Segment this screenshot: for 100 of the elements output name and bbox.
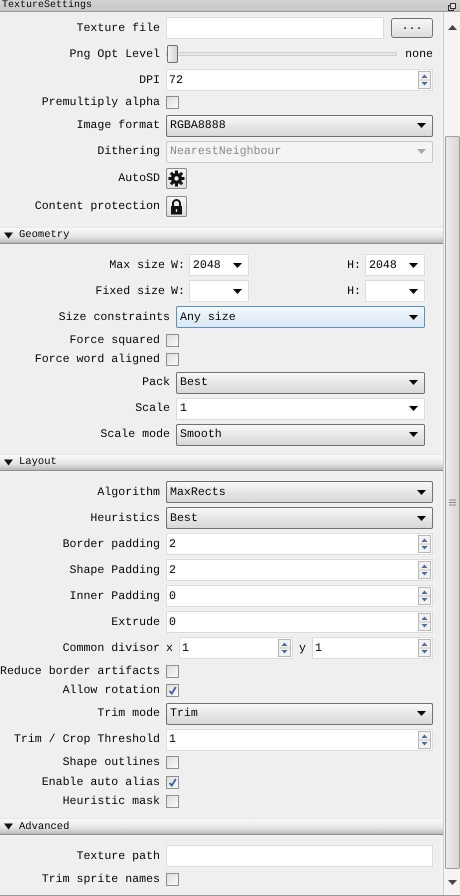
checkbox[interactable] (166, 795, 179, 808)
spin-box[interactable]: 72 (166, 69, 433, 91)
grip-icon (448, 499, 456, 506)
spin-box[interactable]: 2 (166, 559, 433, 582)
field-label: Trim sprite names (40, 872, 161, 886)
checkbox[interactable] (166, 353, 179, 366)
checkbox[interactable] (166, 334, 179, 347)
float-icon (448, 3, 456, 11)
scrollbar[interactable] (443, 12, 460, 895)
text-field[interactable] (166, 845, 433, 868)
size-label: W: (171, 258, 185, 272)
spin-box[interactable]: 1 (166, 728, 433, 751)
scroll-down-icon (448, 880, 456, 885)
section-header[interactable]: Advanced (0, 818, 443, 836)
field-label: Reduce border artifacts (0, 664, 162, 678)
size-dropdown[interactable]: 2048 (365, 254, 425, 276)
checkbox[interactable] (166, 684, 179, 698)
gear-button[interactable] (166, 168, 187, 190)
field-label: Force word aligned (34, 353, 161, 366)
expanded-triangle-icon (4, 823, 13, 830)
browse-button[interactable]: ... (391, 18, 433, 38)
field-label: Border padding (62, 538, 161, 551)
caret-icon (409, 314, 418, 320)
caret-icon (409, 288, 418, 294)
dropdown[interactable]: Best (166, 507, 433, 530)
caret-icon (409, 380, 418, 386)
size-dropdown[interactable]: 2048 (188, 254, 249, 276)
section-header[interactable]: Geometry (0, 226, 443, 244)
caret-icon (232, 262, 242, 268)
field-label: Enable auto alias (40, 776, 161, 789)
spin-box[interactable]: 0 (166, 585, 433, 608)
checkbox[interactable] (166, 872, 179, 886)
field-label: Shape Padding (68, 564, 161, 577)
caret-icon (417, 149, 426, 154)
field-label: Heuristic mask (62, 795, 161, 808)
field-label: Extrude (110, 616, 161, 629)
field-label: Premultiply alpha (40, 96, 161, 110)
spin-arrows-icon (278, 639, 291, 658)
field-label: Force squared (68, 334, 161, 347)
caret-icon (417, 516, 426, 521)
field-label: Fixed size (94, 284, 166, 298)
field-label: Heuristics (89, 512, 161, 525)
checkbox[interactable] (166, 96, 179, 110)
caret-icon (409, 262, 418, 268)
field-label: Scale mode (99, 428, 171, 442)
field-label: Png Opt Level (68, 48, 161, 60)
spin-arrows-icon (418, 639, 431, 658)
scrollbar-thumb[interactable] (444, 136, 460, 869)
checkbox[interactable] (166, 776, 179, 789)
spin-arrows-icon (418, 613, 431, 632)
field-label: Dithering (96, 145, 161, 158)
dropdown[interactable]: RGBA8888 (166, 114, 433, 137)
spin-box[interactable]: 1 (178, 637, 293, 660)
expanded-triangle-icon (4, 232, 13, 239)
field-label: Size constraints (58, 310, 171, 324)
spin-arrows-icon (418, 535, 431, 554)
slider-thumb[interactable] (167, 45, 178, 63)
slider-value: none (405, 48, 433, 60)
field-label: Content protection (34, 200, 161, 214)
checkbox[interactable] (166, 756, 179, 769)
panel-title: TextureSettings (2, 1, 92, 11)
section-header[interactable]: Layout (0, 454, 443, 472)
spin-box[interactable]: 2 (166, 533, 433, 556)
caret-icon (409, 406, 418, 412)
field-label: Texture path (76, 850, 161, 863)
dropdown[interactable]: Trim (166, 702, 433, 725)
dropdown[interactable]: MaxRects (166, 481, 433, 504)
checkbox[interactable] (166, 664, 179, 678)
dropdown[interactable]: Any size (176, 306, 425, 328)
gear-icon (168, 170, 185, 188)
scroll-up-icon (448, 25, 456, 30)
spin-box[interactable]: 0 (166, 611, 433, 634)
field-label: Trim / Crop Threshold (12, 733, 161, 746)
text-field[interactable] (166, 17, 384, 39)
caret-icon (417, 123, 426, 128)
spin-arrows-icon (418, 561, 431, 580)
lock-icon (169, 198, 184, 216)
dropdown[interactable]: 1 (176, 398, 425, 420)
expanded-triangle-icon (4, 458, 13, 466)
check-icon (168, 686, 177, 696)
field-label: Algorithm (96, 486, 161, 499)
dropdown[interactable]: Smooth (176, 424, 425, 446)
axis-label: x (166, 642, 173, 655)
field-label: Common divisor (62, 642, 161, 655)
size-label: H: (347, 284, 361, 298)
caret-icon (417, 490, 426, 495)
spin-arrows-icon (418, 730, 431, 749)
field-label: Texture file (76, 22, 161, 34)
spin-arrows-icon (418, 587, 431, 606)
spin-box[interactable]: 1 (312, 637, 433, 660)
size-label: H: (347, 258, 361, 272)
field-label: Trim mode (96, 707, 161, 720)
field-label: Max size (108, 258, 166, 272)
field-label: Scale (134, 402, 171, 416)
check-icon (168, 778, 177, 787)
lock-button[interactable] (166, 196, 187, 218)
caret-icon (409, 432, 418, 438)
field-label: DPI (138, 74, 161, 86)
size-label: W: (171, 284, 185, 298)
dropdown[interactable]: Best (176, 372, 425, 394)
